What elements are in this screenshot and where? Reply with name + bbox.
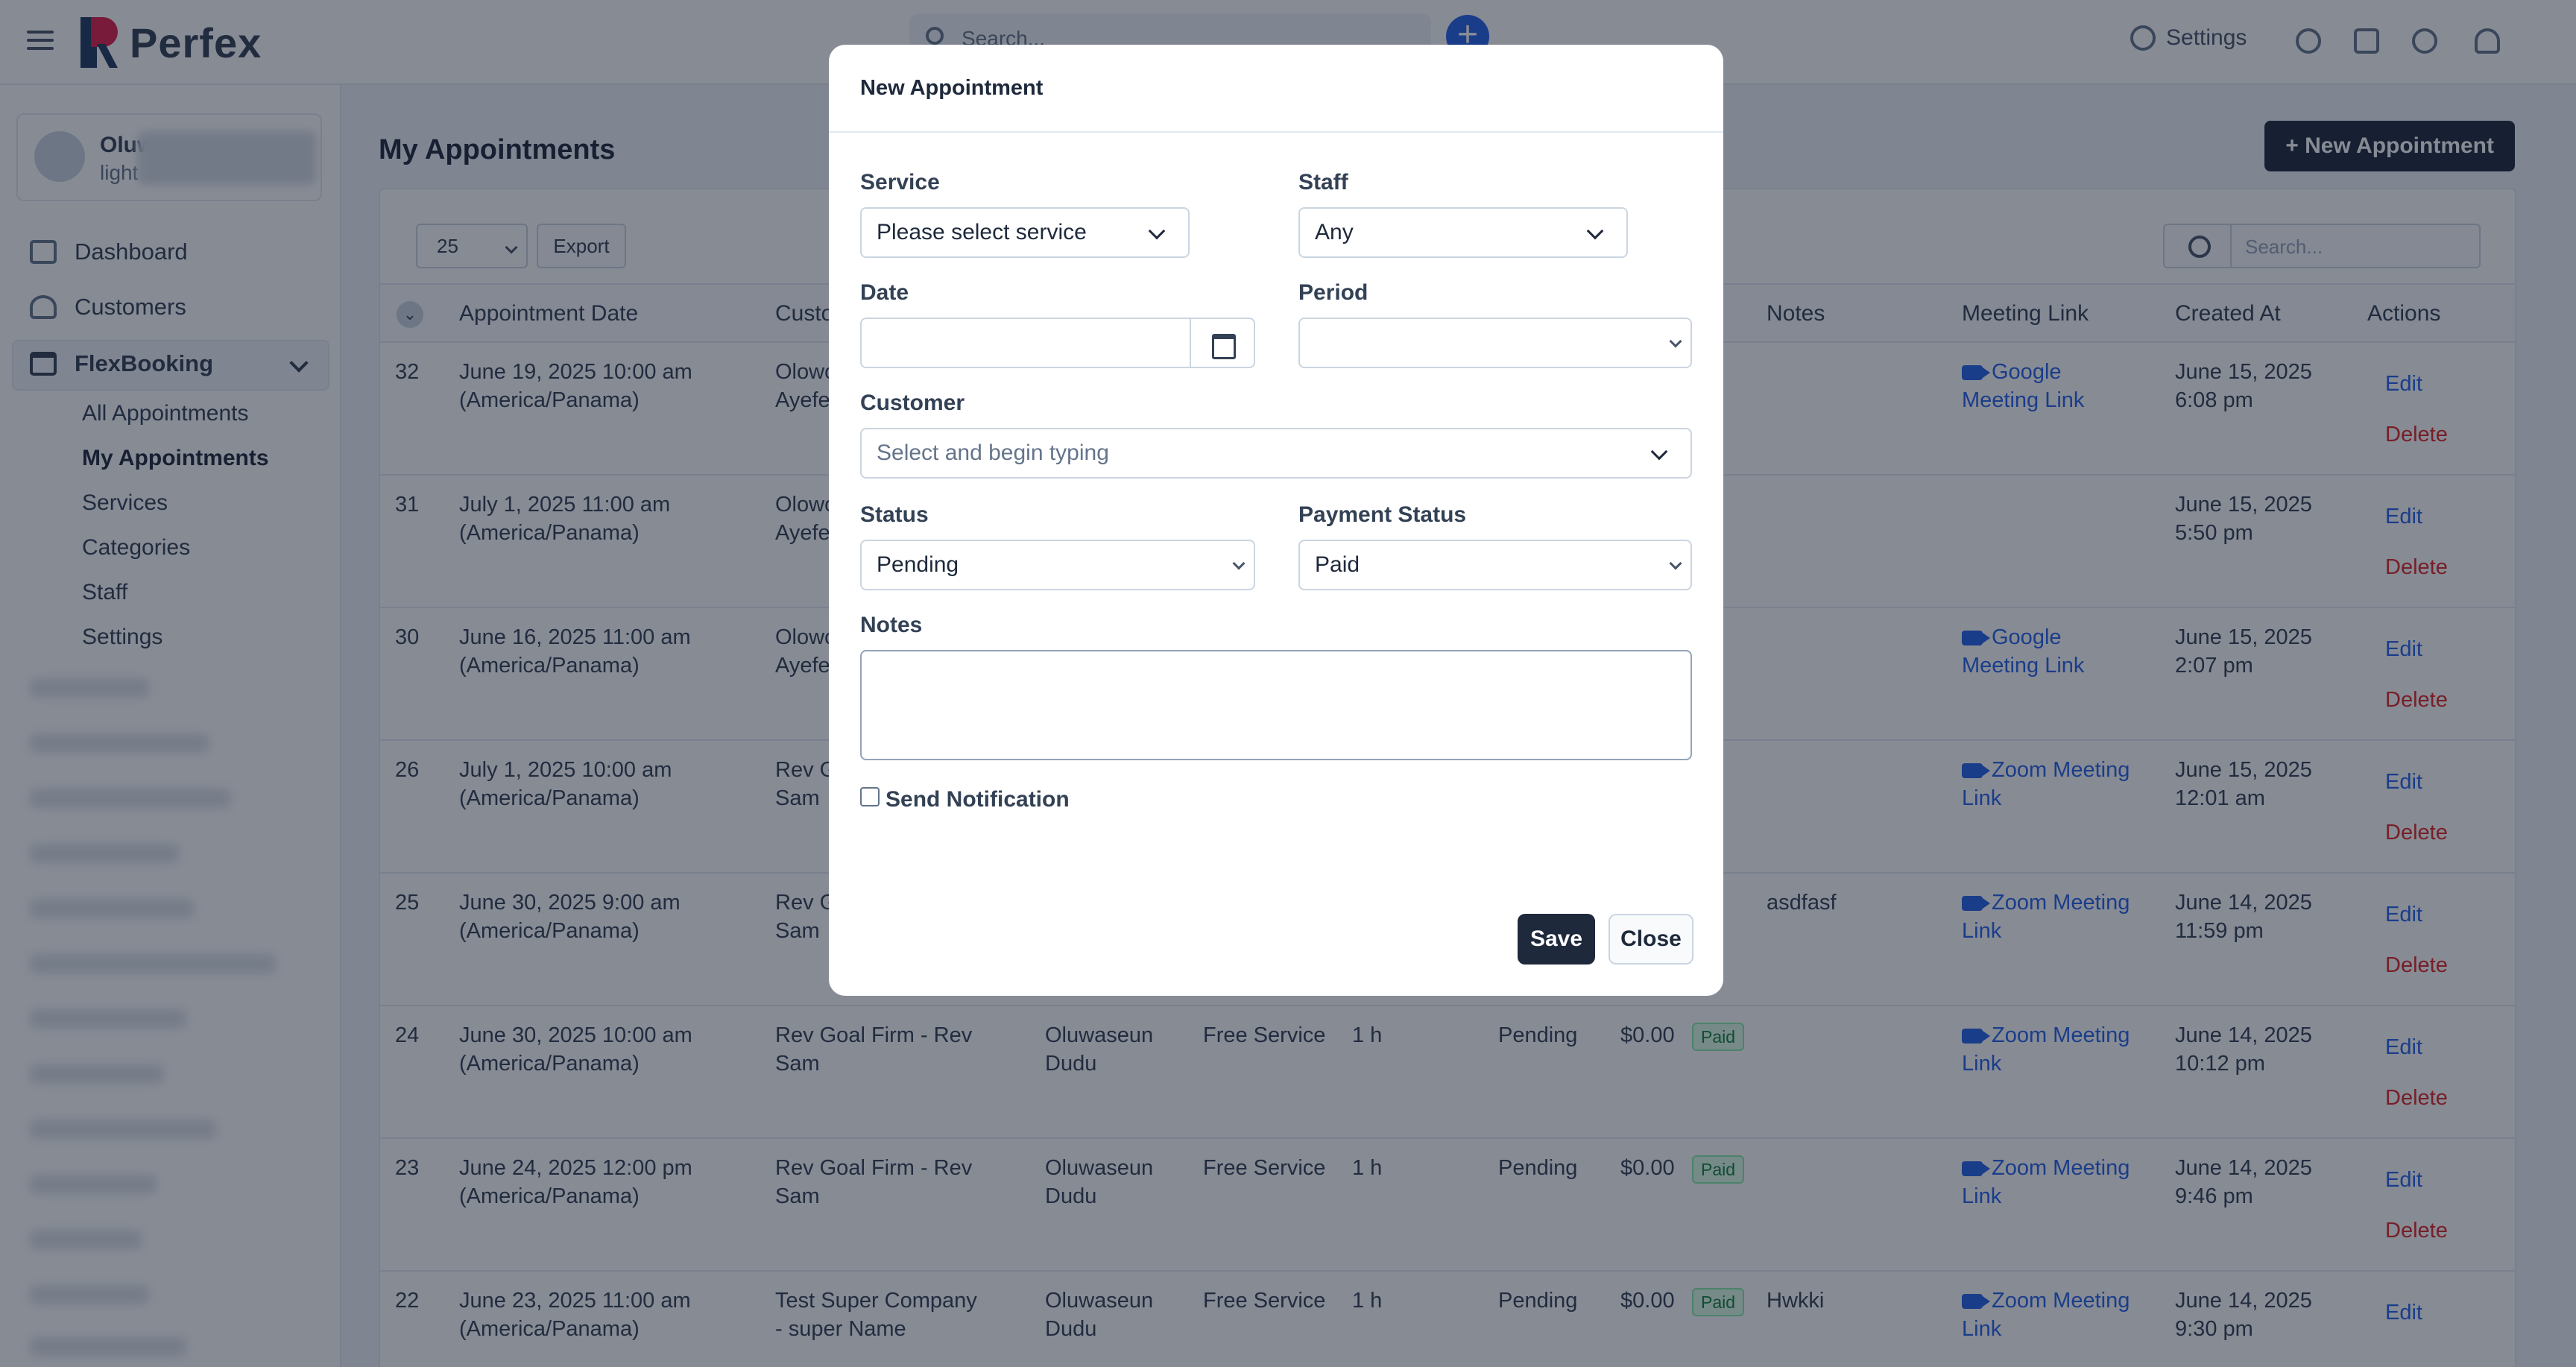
modal-title: New Appointment bbox=[829, 45, 1723, 133]
save-button[interactable]: Save bbox=[1518, 914, 1595, 965]
period-select[interactable] bbox=[1298, 318, 1692, 368]
chevron-down-icon bbox=[1670, 558, 1682, 570]
service-label: Service bbox=[860, 170, 940, 195]
customer-select[interactable]: Select and begin typing bbox=[860, 428, 1692, 479]
chevron-down-icon bbox=[1233, 558, 1246, 570]
send-notification-checkbox[interactable] bbox=[860, 787, 880, 806]
staff-select[interactable]: Any bbox=[1298, 207, 1628, 258]
staff-label: Staff bbox=[1298, 170, 1348, 195]
service-value: Please select service bbox=[877, 220, 1087, 244]
date-label: Date bbox=[860, 280, 909, 306]
notes-label: Notes bbox=[860, 613, 922, 638]
send-notification-label[interactable]: Send Notification bbox=[886, 787, 1070, 812]
calendar-icon[interactable] bbox=[1190, 319, 1254, 367]
notes-textarea[interactable] bbox=[860, 650, 1692, 760]
chevron-down-icon bbox=[1587, 223, 1604, 240]
customer-label: Customer bbox=[860, 391, 965, 416]
chevron-down-icon bbox=[1651, 443, 1668, 461]
close-button[interactable]: Close bbox=[1609, 914, 1693, 965]
status-label: Status bbox=[860, 502, 929, 528]
status-select[interactable]: Pending bbox=[860, 540, 1255, 590]
date-input[interactable] bbox=[860, 318, 1255, 368]
payment-status-label: Payment Status bbox=[1298, 502, 1466, 528]
period-label: Period bbox=[1298, 280, 1368, 306]
chevron-down-icon bbox=[1670, 335, 1682, 348]
new-appointment-modal: New Appointment Service Please select se… bbox=[829, 45, 1723, 996]
customer-placeholder: Select and begin typing bbox=[877, 441, 1109, 465]
payment-status-value: Paid bbox=[1315, 552, 1360, 577]
payment-status-select[interactable]: Paid bbox=[1298, 540, 1692, 590]
staff-value: Any bbox=[1315, 220, 1354, 244]
service-select[interactable]: Please select service bbox=[860, 207, 1190, 258]
status-value: Pending bbox=[877, 552, 959, 577]
chevron-down-icon bbox=[1149, 223, 1166, 240]
